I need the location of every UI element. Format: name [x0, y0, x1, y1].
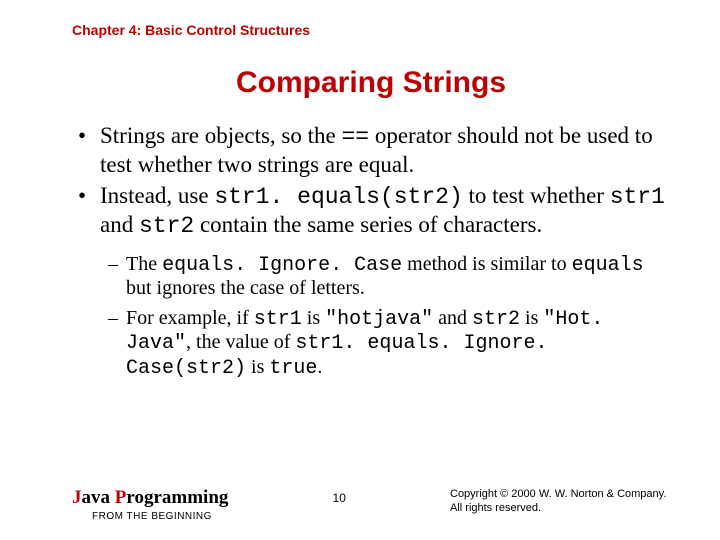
footer: Java Programming FROM THE BEGINNING 10 C… [72, 487, 680, 522]
text: Strings are objects, so the [100, 123, 341, 148]
code: "hotjava" [325, 308, 433, 331]
brand-letter: J [72, 487, 82, 508]
code: == [341, 124, 369, 150]
code: true [269, 357, 317, 380]
main-bullets: Strings are objects, so the == operator … [78, 122, 670, 241]
brand: Java Programming FROM THE BEGINNING [72, 487, 228, 522]
code: equals. Ignore. Case [162, 254, 402, 277]
sub-bullet-1: The equals. Ignore. Case method is simil… [108, 253, 670, 301]
bullet-2: Instead, use str1. equals(str2) to test … [78, 182, 670, 240]
text: to test whether [463, 183, 610, 208]
brand-letter: P [115, 487, 127, 508]
copyright: Copyright © 2000 W. W. Norton & Company.… [450, 487, 680, 516]
text: and [100, 212, 139, 237]
code: str1 [254, 308, 302, 331]
text: but ignores the case of letters. [126, 277, 365, 299]
bullet-1: Strings are objects, so the == operator … [78, 122, 670, 178]
code: str2 [139, 213, 194, 239]
sub-bullets: The equals. Ignore. Case method is simil… [108, 253, 670, 381]
text: is [520, 307, 543, 329]
copyright-line-2: All rights reserved. [450, 501, 680, 515]
text: is [246, 356, 269, 378]
text: . [317, 356, 322, 378]
text: For example, if [126, 307, 254, 329]
brand-text: ava [82, 487, 115, 508]
code: str1 [610, 184, 665, 210]
text: and [433, 307, 472, 329]
copyright-line-1: Copyright © 2000 W. W. Norton & Company. [450, 487, 680, 501]
code: str1. equals(str2) [214, 184, 462, 210]
text: method is similar to [402, 253, 571, 275]
text: The [126, 253, 162, 275]
sub-bullet-2: For example, if str1 is "hotjava" and st… [108, 307, 670, 381]
chapter-label: Chapter 4: Basic Control Structures [72, 22, 670, 38]
brand-text: rogramming [126, 487, 228, 508]
page-number: 10 [333, 491, 346, 505]
code: equals [572, 254, 644, 277]
code: str2 [472, 308, 520, 331]
text: is [302, 307, 325, 329]
text: contain the same series of characters. [194, 212, 542, 237]
text: , the value of [186, 331, 295, 353]
slide-title: Comparing Strings [72, 66, 670, 100]
brand-main: Java Programming [72, 487, 228, 509]
text: Instead, use [100, 183, 214, 208]
brand-subtitle: FROM THE BEGINNING [92, 511, 228, 522]
